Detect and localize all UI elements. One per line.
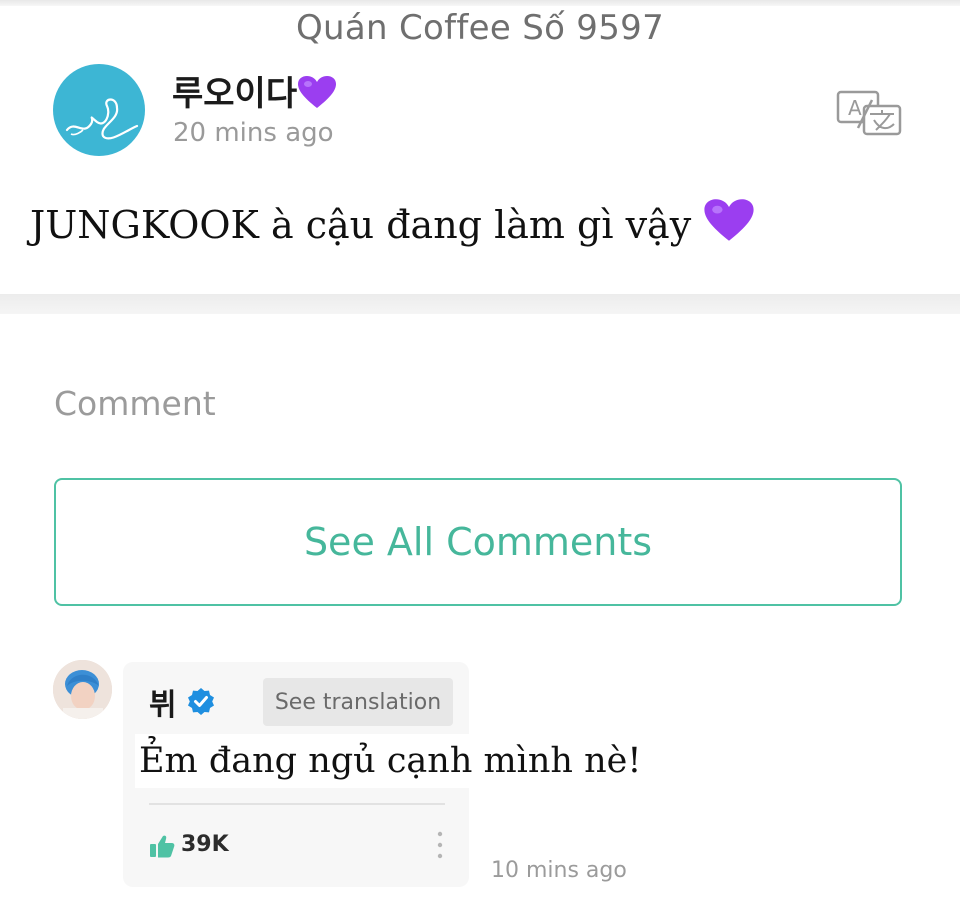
see-all-comments-button[interactable]: See All Comments bbox=[54, 478, 902, 606]
verified-badge-icon bbox=[188, 688, 214, 715]
like-count: 39K bbox=[181, 832, 229, 857]
post: 루오이다 20 mins ago A JUNGKOOK à cậu đang l… bbox=[0, 52, 960, 292]
purple-heart-icon bbox=[297, 75, 337, 118]
commenter-photo bbox=[53, 660, 112, 719]
watermark-text: Quán Coffee Số 9597 bbox=[295, 8, 665, 48]
top-edge bbox=[0, 0, 960, 6]
comment-timestamp: 10 mins ago bbox=[491, 858, 627, 883]
author-avatar[interactable] bbox=[53, 64, 145, 156]
see-translation-button[interactable]: See translation bbox=[263, 678, 453, 726]
post-body-text: JUNGKOOK à cậu đang làm gì vậy bbox=[30, 203, 692, 247]
comments-heading: Comment bbox=[54, 384, 216, 423]
translate-button[interactable]: A bbox=[836, 90, 904, 136]
signature-logo-icon bbox=[65, 98, 139, 140]
commenter-name[interactable]: 뷔 bbox=[149, 680, 177, 724]
post-timestamp: 20 mins ago bbox=[173, 118, 334, 148]
purple-heart-icon bbox=[703, 198, 755, 251]
thumbs-up-icon[interactable] bbox=[149, 834, 175, 858]
commenter-avatar[interactable] bbox=[53, 660, 112, 719]
author-name[interactable]: 루오이다 bbox=[172, 66, 337, 118]
author-name-text: 루오이다 bbox=[172, 74, 298, 114]
comment-text: Ẻm đang ngủ cạnh mình nè! bbox=[135, 734, 646, 788]
post-body: JUNGKOOK à cậu đang làm gì vậy bbox=[30, 198, 755, 251]
svg-text:A: A bbox=[848, 96, 862, 120]
more-vertical-icon[interactable] bbox=[435, 830, 445, 860]
section-divider bbox=[0, 294, 960, 314]
comment-divider bbox=[149, 803, 445, 805]
translate-icon: A bbox=[836, 90, 902, 136]
comment-card: 뷔 See translation Ẻm đang ngủ cạnh mình … bbox=[123, 662, 646, 887]
comments-section: Comment See All Comments 뷔 See translati… bbox=[0, 314, 960, 907]
